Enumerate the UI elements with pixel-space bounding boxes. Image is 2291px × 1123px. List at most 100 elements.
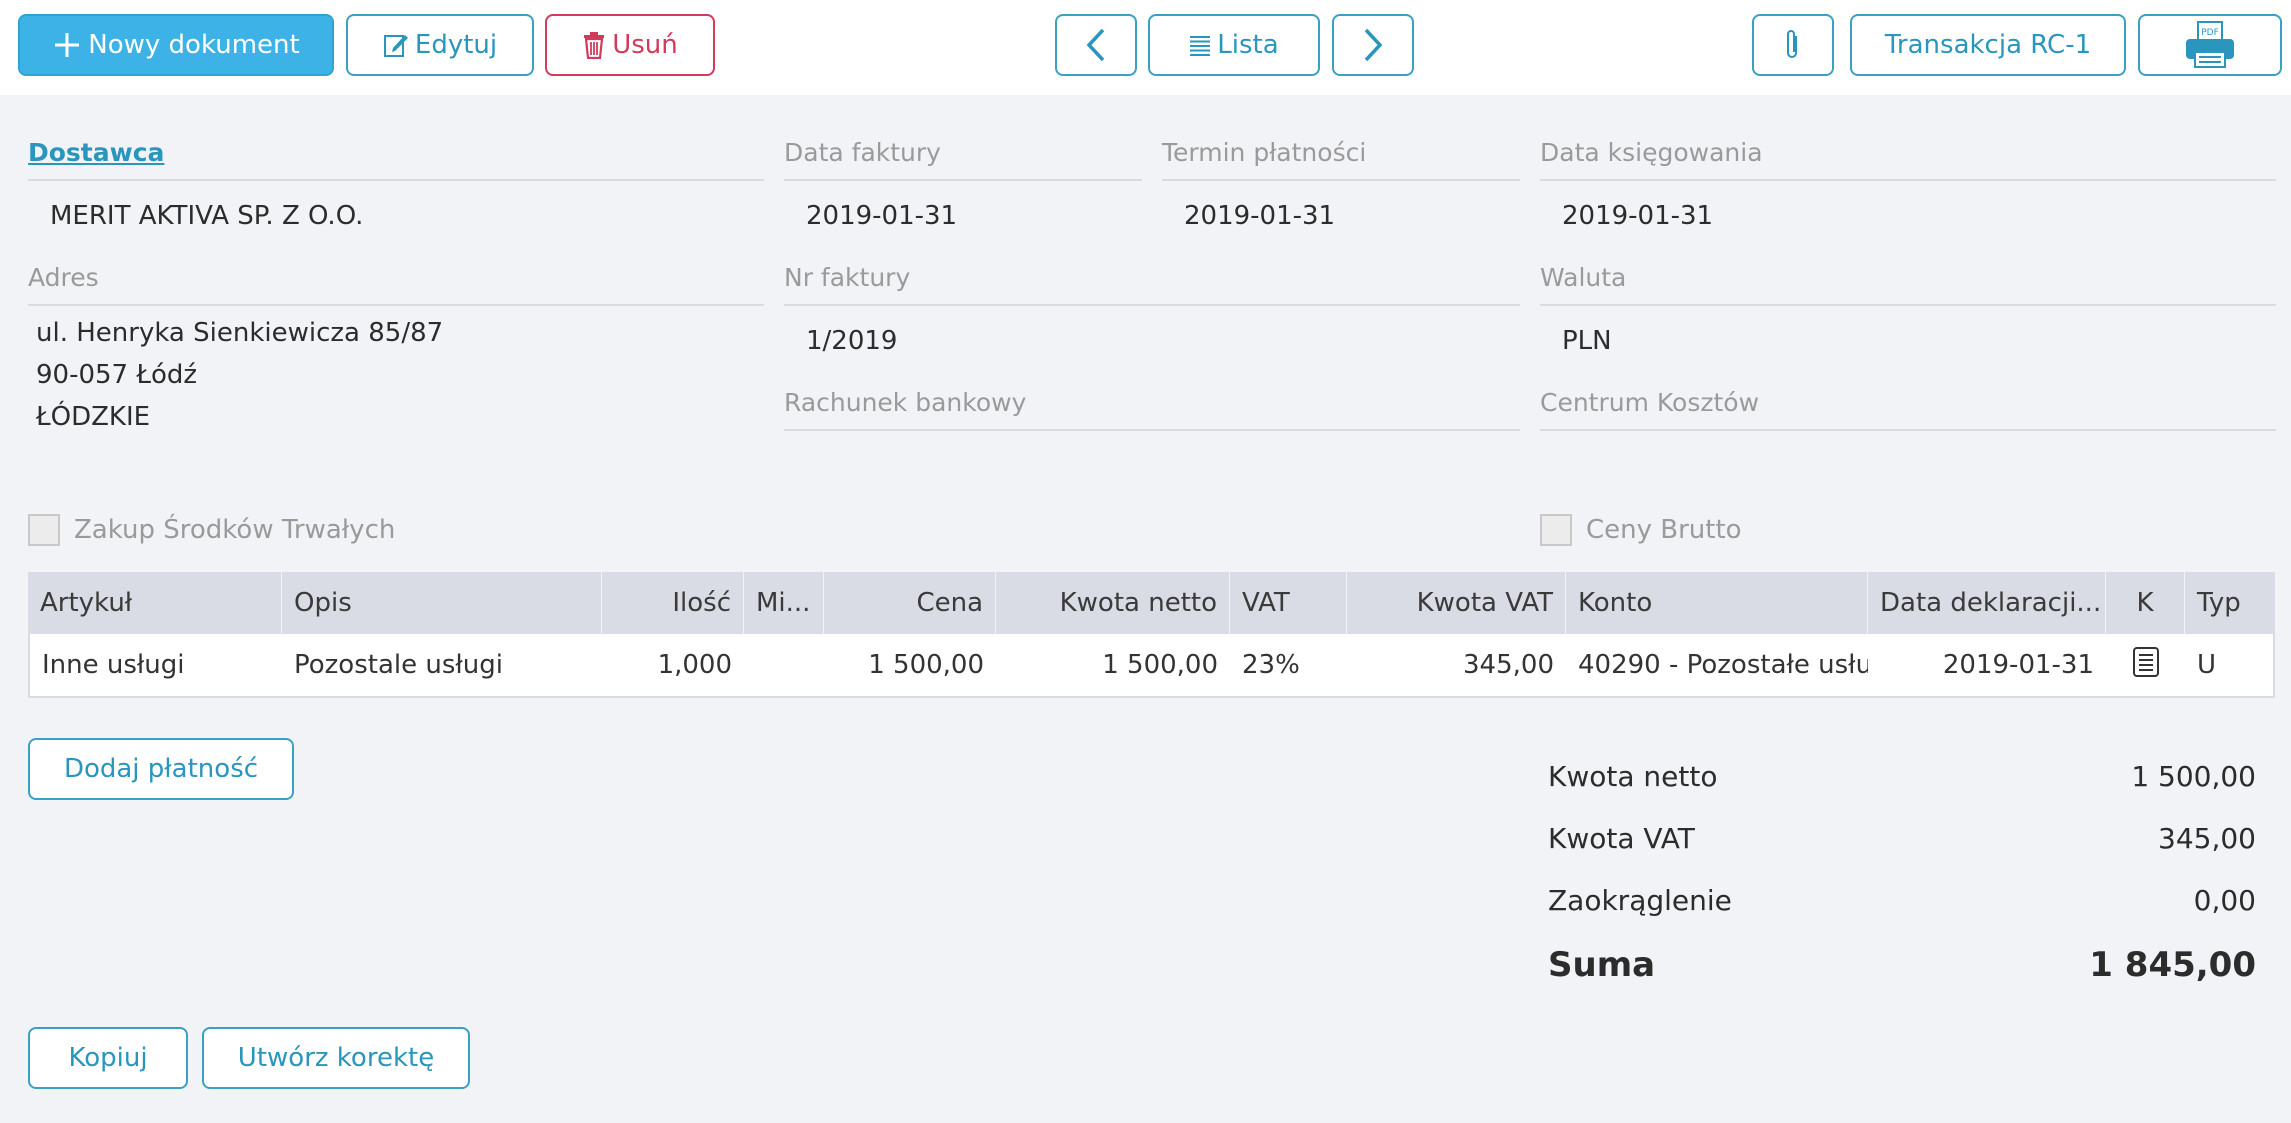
plus-icon [52, 30, 82, 60]
list-icon [1189, 34, 1211, 56]
copy-button[interactable]: Kopiuj [28, 1027, 188, 1089]
print-pdf-button[interactable]: PDF [2138, 14, 2282, 76]
gross-prices-checkbox-box[interactable] [1540, 514, 1572, 546]
fixed-assets-checkbox-box[interactable] [28, 514, 60, 546]
gross-prices-checkbox[interactable]: Ceny Brutto [1540, 514, 1742, 546]
invoice-date-label: Data faktury [784, 138, 1142, 181]
pdf-icon-text: PDF [2201, 28, 2219, 38]
col-header-quantity[interactable]: Ilość [602, 572, 744, 634]
cell-unit[interactable] [744, 634, 824, 696]
summary-net-label: Kwota netto [1548, 759, 1718, 793]
col-header-type[interactable]: Typ [2185, 572, 2275, 634]
summary-rounding-value: 0,00 [2193, 883, 2256, 917]
gross-prices-label: Ceny Brutto [1586, 515, 1742, 545]
posting-date-field[interactable]: Data księgowania 2019-01-31 [1540, 138, 2276, 237]
address-line-1: ul. Henryka Sienkiewicza 85/87 [36, 318, 444, 348]
totals-summary: Kwota netto 1 500,00 Kwota VAT 345,00 Za… [1548, 745, 2256, 999]
summary-vat-value: 345,00 [2158, 821, 2256, 855]
cell-vat[interactable]: 23% [1230, 634, 1347, 696]
add-payment-button[interactable]: Dodaj płatność [28, 738, 294, 800]
invoice-number-value[interactable]: 1/2019 [784, 306, 1520, 362]
address-value: ul. Henryka Sienkiewicza 85/87 90-057 Łó… [28, 306, 764, 438]
summary-net: Kwota netto 1 500,00 [1548, 745, 2256, 807]
table-header: Artykuł Opis Ilość Mi... Cena Kwota nett… [28, 572, 2275, 634]
copy-label: Kopiuj [68, 1043, 148, 1073]
invoice-lines-table: Artykuł Opis Ilość Mi... Cena Kwota nett… [28, 572, 2275, 698]
col-header-description[interactable]: Opis [282, 572, 602, 634]
cell-k[interactable] [2106, 634, 2185, 696]
list-button[interactable]: Lista [1148, 14, 1320, 76]
next-button[interactable] [1332, 14, 1414, 76]
cell-price[interactable]: 1 500,00 [824, 634, 996, 696]
chevron-right-icon [1361, 27, 1385, 63]
col-header-article[interactable]: Artykuł [28, 572, 282, 634]
edit-button[interactable]: Edytuj [346, 14, 534, 76]
invoice-number-label: Nr faktury [784, 263, 1520, 306]
cell-vat-amount[interactable]: 345,00 [1347, 634, 1566, 696]
cell-description[interactable]: Pozostale usługi [282, 634, 602, 696]
invoice-date-field[interactable]: Data faktury 2019-01-31 [784, 138, 1142, 237]
fixed-assets-label: Zakup Środków Trwałych [74, 515, 396, 545]
posting-date-label: Data księgowania [1540, 138, 2276, 181]
col-header-account[interactable]: Konto [1566, 572, 1868, 634]
invoice-number-field[interactable]: Nr faktury 1/2019 [784, 263, 1520, 362]
cell-account[interactable]: 40290 - Pozostałe usłu [1566, 634, 1868, 696]
summary-total: Suma 1 845,00 [1548, 931, 2256, 999]
toolbar: Nowy dokument Edytuj Usuń Lista Transakc… [0, 0, 2291, 95]
address-label: Adres [28, 263, 764, 306]
posting-date-value[interactable]: 2019-01-31 [1540, 181, 2276, 237]
paperclip-icon [1783, 28, 1803, 62]
document-list-icon[interactable] [2132, 646, 2160, 685]
new-document-button[interactable]: Nowy dokument [18, 14, 334, 76]
delete-label: Usuń [612, 30, 678, 60]
list-label: Lista [1217, 30, 1279, 60]
bank-account-field[interactable]: Rachunek bankowy [784, 388, 1520, 431]
summary-vat-label: Kwota VAT [1548, 821, 1695, 855]
previous-button[interactable] [1055, 14, 1137, 76]
col-header-vat[interactable]: VAT [1230, 572, 1347, 634]
trash-icon [582, 31, 606, 59]
summary-total-value: 1 845,00 [2089, 945, 2256, 985]
cost-center-label: Centrum Kosztów [1540, 388, 2276, 431]
due-date-field[interactable]: Termin płatności 2019-01-31 [1162, 138, 1520, 237]
cell-article[interactable]: Inne usługi [30, 634, 282, 696]
currency-value[interactable]: PLN [1540, 306, 2276, 362]
col-header-unit[interactable]: Mi... [744, 572, 824, 634]
col-header-net-amount[interactable]: Kwota netto [996, 572, 1230, 634]
transaction-label: Transakcja RC-1 [1884, 30, 2092, 60]
chevron-left-icon [1084, 27, 1108, 63]
table-row[interactable]: Inne usługi Pozostale usługi 1,000 1 500… [28, 634, 2275, 698]
new-document-label: Nowy dokument [88, 30, 300, 60]
cell-type[interactable]: U [2185, 634, 2273, 696]
col-header-price[interactable]: Cena [824, 572, 996, 634]
address-line-2: 90-057 Łódź [36, 360, 198, 390]
edit-label: Edytuj [414, 30, 498, 60]
col-header-vat-amount[interactable]: Kwota VAT [1347, 572, 1566, 634]
due-date-label: Termin płatności [1162, 138, 1520, 181]
cell-quantity[interactable]: 1,000 [602, 634, 744, 696]
add-payment-label: Dodaj płatność [63, 754, 259, 784]
due-date-value[interactable]: 2019-01-31 [1162, 181, 1520, 237]
create-correction-button[interactable]: Utwórz korektę [202, 1027, 470, 1089]
create-correction-label: Utwórz korektę [237, 1043, 435, 1073]
summary-rounding-label: Zaokrąglenie [1548, 883, 1732, 917]
summary-total-label: Suma [1548, 945, 1656, 985]
summary-net-value: 1 500,00 [2131, 759, 2256, 793]
transaction-button[interactable]: Transakcja RC-1 [1850, 14, 2126, 76]
supplier-field[interactable]: Dostawca MERIT AKTIVA SP. Z O.O. [28, 138, 764, 237]
attachment-button[interactable] [1752, 14, 1834, 76]
address-line-3: ŁÓDZKIE [36, 402, 151, 432]
supplier-link[interactable]: Dostawca [28, 138, 764, 181]
cell-net-amount[interactable]: 1 500,00 [996, 634, 1230, 696]
col-header-declaration-date[interactable]: Data deklaracji... [1868, 572, 2106, 634]
delete-button[interactable]: Usuń [545, 14, 715, 76]
fixed-assets-checkbox[interactable]: Zakup Środków Trwałych [28, 514, 395, 546]
edit-icon [383, 32, 409, 58]
invoice-date-value[interactable]: 2019-01-31 [784, 181, 1142, 237]
pdf-printer-icon: PDF [2183, 20, 2237, 70]
supplier-value: MERIT AKTIVA SP. Z O.O. [50, 201, 364, 231]
cell-declaration-date[interactable]: 2019-01-31 [1868, 634, 2106, 696]
col-header-k[interactable]: K [2106, 572, 2185, 634]
currency-field[interactable]: Waluta PLN [1540, 263, 2276, 362]
cost-center-field[interactable]: Centrum Kosztów [1540, 388, 2276, 431]
